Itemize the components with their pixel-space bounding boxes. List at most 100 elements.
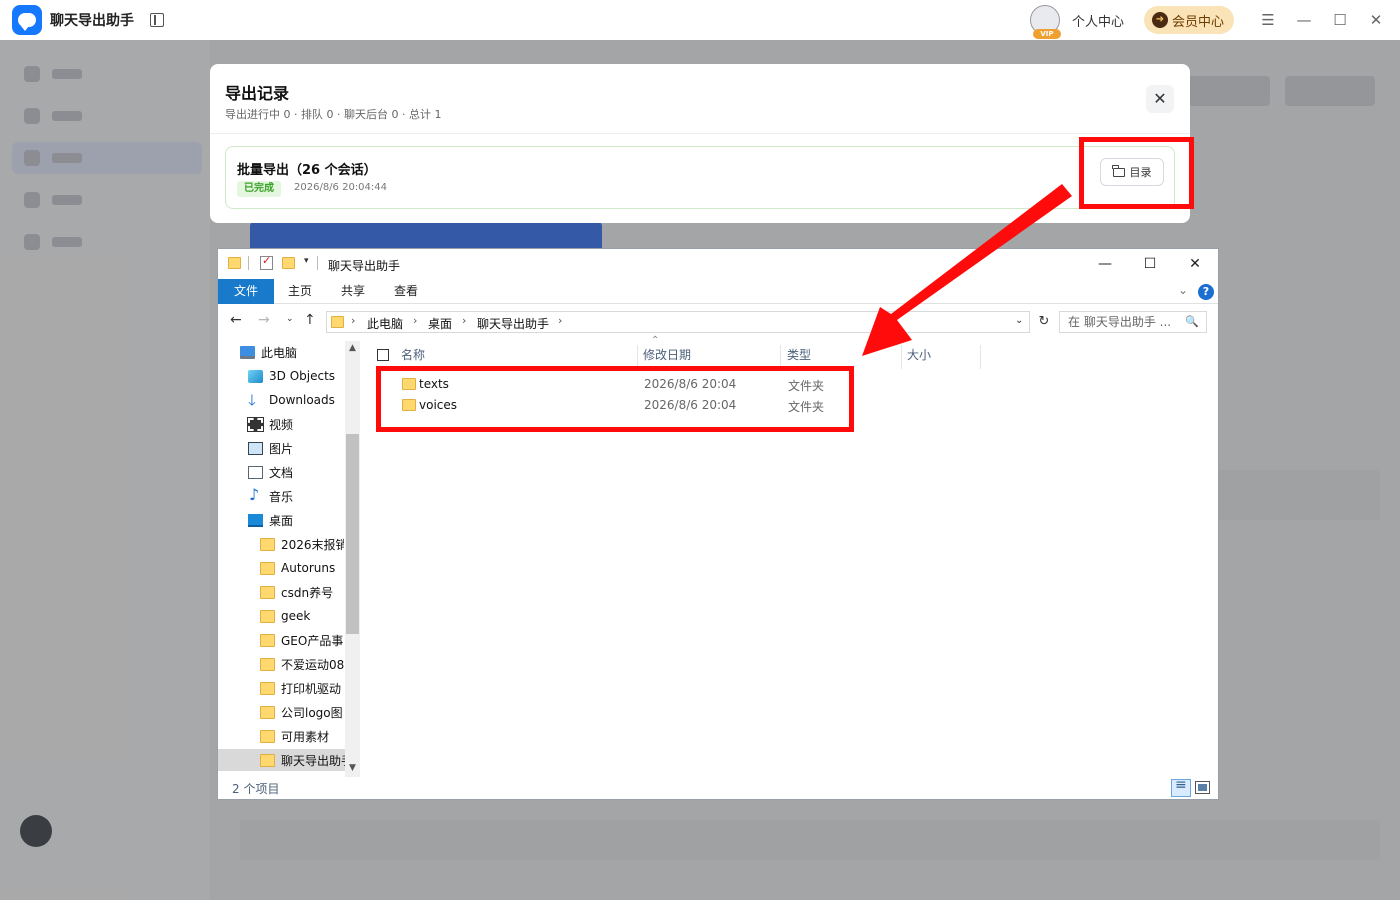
crown-icon: ➜: [1151, 12, 1168, 28]
record-title: 批量导出（26 个会话）: [237, 163, 377, 178]
explorer-close-button[interactable]: ✕: [1183, 253, 1207, 275]
nav-item-3d-objects[interactable]: 3D Objects: [248, 365, 335, 387]
nav-item-music[interactable]: 音乐: [248, 485, 293, 507]
dialog-title: 导出记录: [225, 84, 290, 103]
up-icon[interactable]: ↑: [304, 312, 316, 328]
vip-tag: VIP: [1032, 29, 1061, 39]
breadcrumb-separator: ›: [462, 314, 467, 327]
column-type[interactable]: 类型: [787, 343, 811, 367]
app-logo-icon: [12, 5, 42, 35]
nav-item-folder[interactable]: 可用素材: [260, 725, 344, 747]
explorer-minimize-button[interactable]: —: [1093, 253, 1117, 275]
nav-item-folder[interactable]: Autoruns: [260, 557, 344, 579]
personal-center-link[interactable]: 个人中心: [1072, 11, 1124, 30]
nav-item-folder[interactable]: GEO产品事: [260, 629, 344, 651]
app-titlebar: 聊天导出助手 VIP 个人中心 ➜ 会员中心 ☰ — ☐ ✕: [0, 0, 1400, 40]
nav-item-pictures[interactable]: 图片: [248, 437, 293, 459]
nav-label: 此电脑: [261, 345, 298, 360]
item-count: 2 个项目: [232, 782, 280, 796]
column-divider[interactable]: [980, 345, 981, 369]
nav-item-desktop[interactable]: 桌面: [248, 509, 293, 531]
quick-access-dropdown-icon[interactable]: ▾: [304, 256, 309, 266]
nav-scrollbar[interactable]: ▲ ▼: [345, 341, 360, 777]
search-placeholder: 在 聊天导出助手 ...: [1068, 315, 1172, 329]
nav-item-folder[interactable]: csdn养号: [260, 581, 344, 603]
nav-label: GEO产品事: [281, 633, 344, 648]
member-center-button[interactable]: ➜ 会员中心: [1143, 6, 1234, 34]
address-bar[interactable]: › 此电脑 › 桌面 › 聊天导出助手 › ⌄: [326, 311, 1030, 333]
refresh-icon[interactable]: ↻: [1034, 312, 1054, 332]
nav-label: Downloads: [269, 393, 335, 407]
separator: [317, 256, 318, 270]
expand-ribbon-icon[interactable]: ⌄: [1178, 283, 1188, 297]
properties-icon[interactable]: [260, 254, 273, 270]
folder-icon: [331, 316, 344, 328]
nav-item-folder[interactable]: 2026末报销: [260, 533, 344, 555]
forward-icon[interactable]: →: [258, 312, 270, 328]
nav-label: 文档: [269, 465, 294, 480]
column-name[interactable]: 名称: [401, 343, 425, 367]
scroll-up-icon[interactable]: ▲: [345, 343, 360, 353]
music-icon: [248, 485, 263, 504]
nav-label: 音乐: [269, 489, 294, 504]
nav-label: 打印机驱动: [281, 681, 342, 696]
nav-item-videos[interactable]: 视频: [247, 413, 293, 435]
annotation-box-files: [376, 366, 854, 432]
close-button[interactable]: ✕: [1366, 10, 1386, 30]
back-icon[interactable]: ←: [230, 312, 242, 328]
details-view-icon[interactable]: [1171, 777, 1191, 797]
nav-label: Autoruns: [281, 561, 336, 575]
select-all-checkbox[interactable]: [377, 349, 389, 361]
user-avatar[interactable]: VIP: [1029, 5, 1061, 39]
dialog-subtitle: 导出进行中 0 · 排队 0 · 聊天后台 0 · 总计 1: [225, 108, 442, 121]
nav-label: 公司logo图: [281, 705, 343, 720]
folder-icon: [260, 705, 275, 719]
maximize-button[interactable]: ☐: [1330, 10, 1350, 30]
column-modified[interactable]: 修改日期: [643, 343, 691, 367]
address-dropdown-icon[interactable]: ⌄: [1015, 315, 1023, 326]
nav-item-folder[interactable]: 公司logo图: [260, 701, 344, 723]
nav-label: geek: [281, 609, 311, 623]
nav-item-folder[interactable]: geek: [260, 605, 344, 627]
new-folder-icon[interactable]: [282, 257, 295, 269]
nav-item-current-folder[interactable]: 聊天导出助手: [218, 749, 345, 771]
folder-icon: [228, 257, 241, 269]
explorer-title: 聊天导出助手: [328, 259, 401, 273]
breadcrumb-this-pc[interactable]: 此电脑: [367, 315, 403, 332]
nav-item-this-pc[interactable]: 此电脑: [240, 341, 297, 363]
breadcrumb-separator: ›: [351, 314, 356, 327]
breadcrumb-current[interactable]: 聊天导出助手: [477, 315, 549, 332]
nav-item-documents[interactable]: 文档: [248, 461, 293, 483]
nav-item-folder[interactable]: 打印机驱动: [260, 677, 344, 699]
folder-icon: [260, 681, 275, 695]
member-center-label: 会员中心: [1171, 14, 1224, 30]
recent-locations-icon[interactable]: ⌄: [286, 314, 294, 324]
folder-icon: [260, 561, 275, 575]
tab-home[interactable]: 主页: [278, 279, 322, 304]
nav-item-folder[interactable]: 不爱运动080: [260, 653, 344, 675]
breadcrumb-separator: ›: [413, 314, 418, 327]
minimize-button[interactable]: —: [1294, 10, 1314, 30]
help-icon[interactable]: ?: [1198, 284, 1214, 300]
search-input[interactable]: 在 聊天导出助手 ... 🔍: [1059, 311, 1207, 333]
large-icons-view-icon[interactable]: [1195, 781, 1210, 794]
scroll-down-icon[interactable]: ▼: [345, 763, 360, 773]
nav-label: 聊天导出助手: [281, 753, 345, 768]
nav-label: 桌面: [269, 513, 294, 528]
tab-view[interactable]: 查看: [384, 279, 428, 304]
breadcrumb-desktop[interactable]: 桌面: [428, 315, 452, 332]
nav-label: 2026末报销: [281, 537, 344, 552]
explorer-maximize-button[interactable]: ☐: [1138, 253, 1162, 275]
navigation-pane: 此电脑 3D Objects Downloads 视频 图片 文档 音乐 桌面 …: [218, 341, 363, 777]
nav-item-downloads[interactable]: Downloads: [248, 389, 335, 415]
column-divider[interactable]: [901, 345, 902, 369]
tab-share[interactable]: 共享: [331, 279, 375, 304]
sidebar-toggle-icon[interactable]: [150, 13, 164, 27]
menu-icon[interactable]: ☰: [1258, 10, 1278, 30]
nav-label: 可用素材: [281, 729, 330, 744]
tab-file[interactable]: 文件: [218, 279, 274, 304]
folder-icon: [260, 585, 275, 599]
dialog-close-button[interactable]: ✕: [1146, 85, 1174, 113]
column-size[interactable]: 大小: [907, 343, 931, 367]
scroll-thumb[interactable]: [346, 434, 359, 634]
